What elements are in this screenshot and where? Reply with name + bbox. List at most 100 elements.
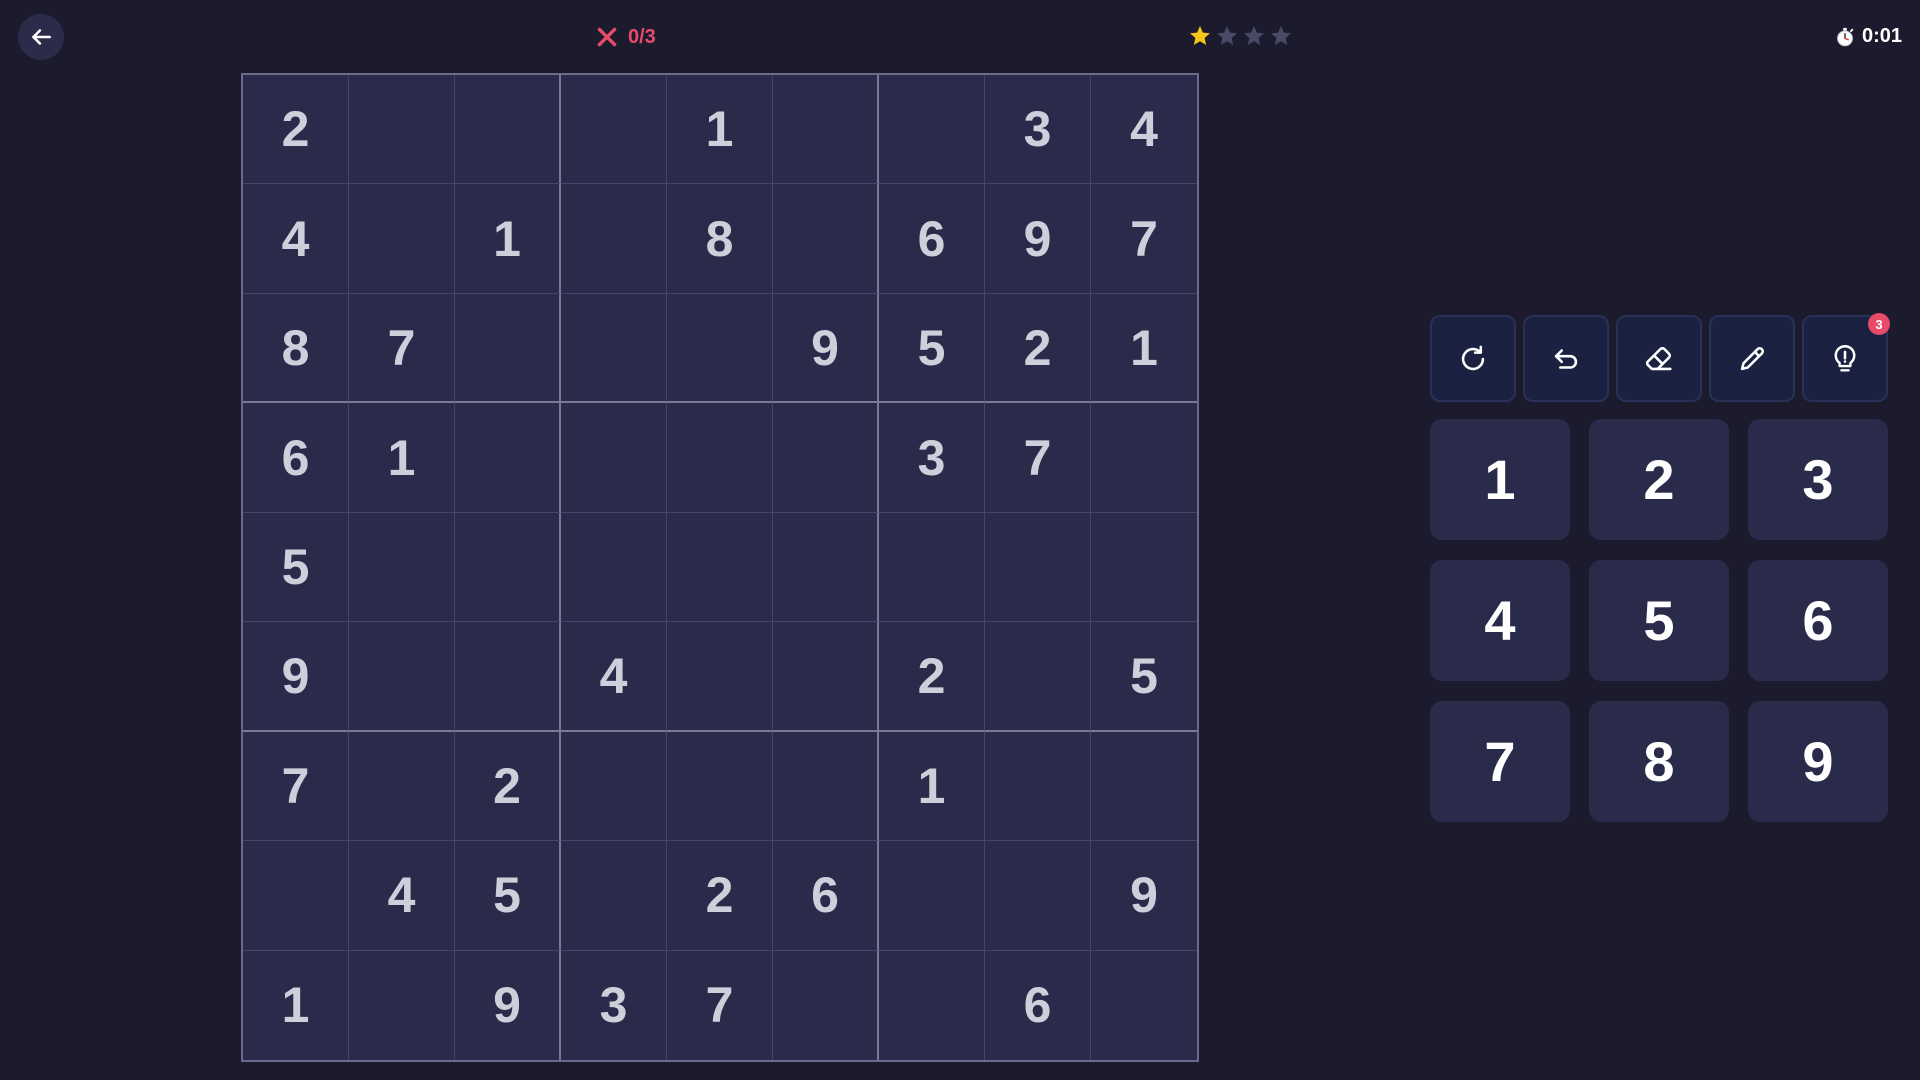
star-empty-icon — [1217, 26, 1237, 45]
board-cell[interactable]: 9 — [455, 950, 561, 1060]
board-cell[interactable] — [773, 731, 879, 842]
board-cell[interactable] — [455, 622, 561, 732]
board-cell[interactable]: 3 — [879, 403, 985, 513]
board-cell[interactable]: 9 — [985, 184, 1091, 294]
board-cell[interactable] — [561, 512, 667, 623]
timer: 0:01 — [1834, 25, 1902, 48]
board-cell[interactable]: 5 — [1091, 622, 1197, 732]
board-cell[interactable]: 8 — [667, 184, 773, 294]
board-cell[interactable] — [349, 622, 455, 732]
board-cell[interactable]: 2 — [879, 622, 985, 732]
board-cell[interactable]: 7 — [243, 731, 349, 842]
board-cell[interactable]: 1 — [1091, 294, 1197, 404]
board-cell[interactable]: 2 — [455, 731, 561, 842]
board-cell[interactable] — [667, 622, 773, 732]
board-cell[interactable] — [773, 75, 879, 185]
board-cell[interactable]: 9 — [1091, 841, 1197, 951]
board-cell[interactable]: 4 — [349, 841, 455, 951]
board-cell[interactable] — [773, 403, 879, 513]
board-cell[interactable] — [773, 622, 879, 732]
board-cell[interactable]: 1 — [243, 950, 349, 1060]
board-cell[interactable] — [773, 512, 879, 623]
board-cell[interactable]: 2 — [985, 293, 1091, 404]
number-button-6[interactable]: 6 — [1748, 560, 1888, 681]
board-cell[interactable] — [1091, 732, 1197, 842]
board-cell[interactable] — [985, 731, 1091, 842]
board-cell[interactable] — [667, 293, 773, 404]
restart-button[interactable] — [1430, 315, 1516, 402]
board-cell[interactable]: 9 — [773, 293, 879, 404]
board-cell[interactable] — [773, 950, 879, 1060]
number-button-8[interactable]: 8 — [1589, 701, 1729, 822]
board-cell[interactable] — [985, 512, 1091, 623]
board-cell[interactable] — [879, 75, 985, 185]
board-cell[interactable]: 5 — [243, 512, 349, 623]
board-cell[interactable]: 8 — [243, 293, 349, 404]
board-cell[interactable]: 1 — [667, 75, 773, 185]
board-cell[interactable] — [879, 841, 985, 951]
board-cell[interactable]: 6 — [879, 184, 985, 294]
number-button-7[interactable]: 7 — [1430, 701, 1570, 822]
board-cell[interactable] — [879, 950, 985, 1060]
restart-icon — [1461, 345, 1485, 370]
board-cell[interactable]: 1 — [455, 184, 561, 294]
board-cell[interactable] — [985, 622, 1091, 732]
board-cell[interactable] — [667, 403, 773, 513]
number-button-5[interactable]: 5 — [1589, 560, 1729, 681]
board-cell[interactable] — [349, 184, 455, 294]
number-button-1[interactable]: 1 — [1430, 419, 1570, 540]
number-button-3[interactable]: 3 — [1748, 419, 1888, 540]
board-cell[interactable] — [561, 731, 667, 842]
board-cell[interactable]: 3 — [561, 950, 667, 1060]
undo-button[interactable] — [1523, 315, 1609, 402]
board-cell[interactable]: 6 — [243, 403, 349, 513]
board-cell[interactable] — [349, 75, 455, 185]
board-cell[interactable]: 7 — [1091, 184, 1197, 294]
board-cell[interactable] — [561, 75, 667, 185]
board-cell[interactable] — [349, 731, 455, 842]
board-cell[interactable]: 5 — [455, 841, 561, 951]
hint-button[interactable]: 3 — [1802, 313, 1890, 402]
number-button-9[interactable]: 9 — [1748, 701, 1888, 822]
board-cell[interactable] — [667, 731, 773, 842]
board-cell[interactable] — [985, 841, 1091, 951]
board-cell[interactable] — [667, 512, 773, 623]
board-cell[interactable]: 7 — [667, 950, 773, 1060]
board-cell[interactable] — [455, 75, 561, 185]
board-cell[interactable]: 2 — [243, 75, 349, 185]
board-cell[interactable]: 7 — [349, 293, 455, 404]
board-cell[interactable]: 1 — [349, 403, 455, 513]
board-cell[interactable] — [561, 184, 667, 294]
board-cell[interactable] — [561, 841, 667, 951]
board-cell[interactable]: 5 — [879, 293, 985, 404]
board-cell[interactable] — [879, 512, 985, 623]
board-cell[interactable]: 4 — [243, 184, 349, 294]
notes-button[interactable] — [1709, 315, 1795, 402]
board-cell[interactable]: 9 — [243, 622, 349, 732]
board-cell[interactable] — [561, 403, 667, 513]
board-cell[interactable]: 3 — [985, 75, 1091, 185]
board-cell[interactable]: 6 — [985, 950, 1091, 1060]
board-cell[interactable]: 7 — [985, 403, 1091, 513]
board-cell[interactable] — [455, 293, 561, 404]
board-cell[interactable] — [243, 841, 349, 951]
number-button-4[interactable]: 4 — [1430, 560, 1570, 681]
board-cell[interactable] — [1091, 951, 1197, 1060]
board-cell[interactable] — [455, 512, 561, 623]
board-cell[interactable]: 1 — [879, 731, 985, 842]
board-cell[interactable]: 2 — [667, 841, 773, 951]
board-cell[interactable] — [1091, 513, 1197, 623]
back-button[interactable] — [18, 14, 64, 60]
board-cell[interactable]: 4 — [561, 622, 667, 732]
stopwatch-icon — [1837, 27, 1854, 46]
erase-button[interactable] — [1616, 315, 1702, 402]
board-cell[interactable] — [773, 184, 879, 294]
board-cell[interactable] — [455, 403, 561, 513]
board-cell[interactable] — [561, 293, 667, 404]
board-cell[interactable]: 4 — [1091, 75, 1197, 185]
number-button-2[interactable]: 2 — [1589, 419, 1729, 540]
board-cell[interactable] — [1091, 403, 1197, 513]
board-cell[interactable]: 6 — [773, 841, 879, 951]
board-cell[interactable] — [349, 512, 455, 623]
board-cell[interactable] — [349, 950, 455, 1060]
